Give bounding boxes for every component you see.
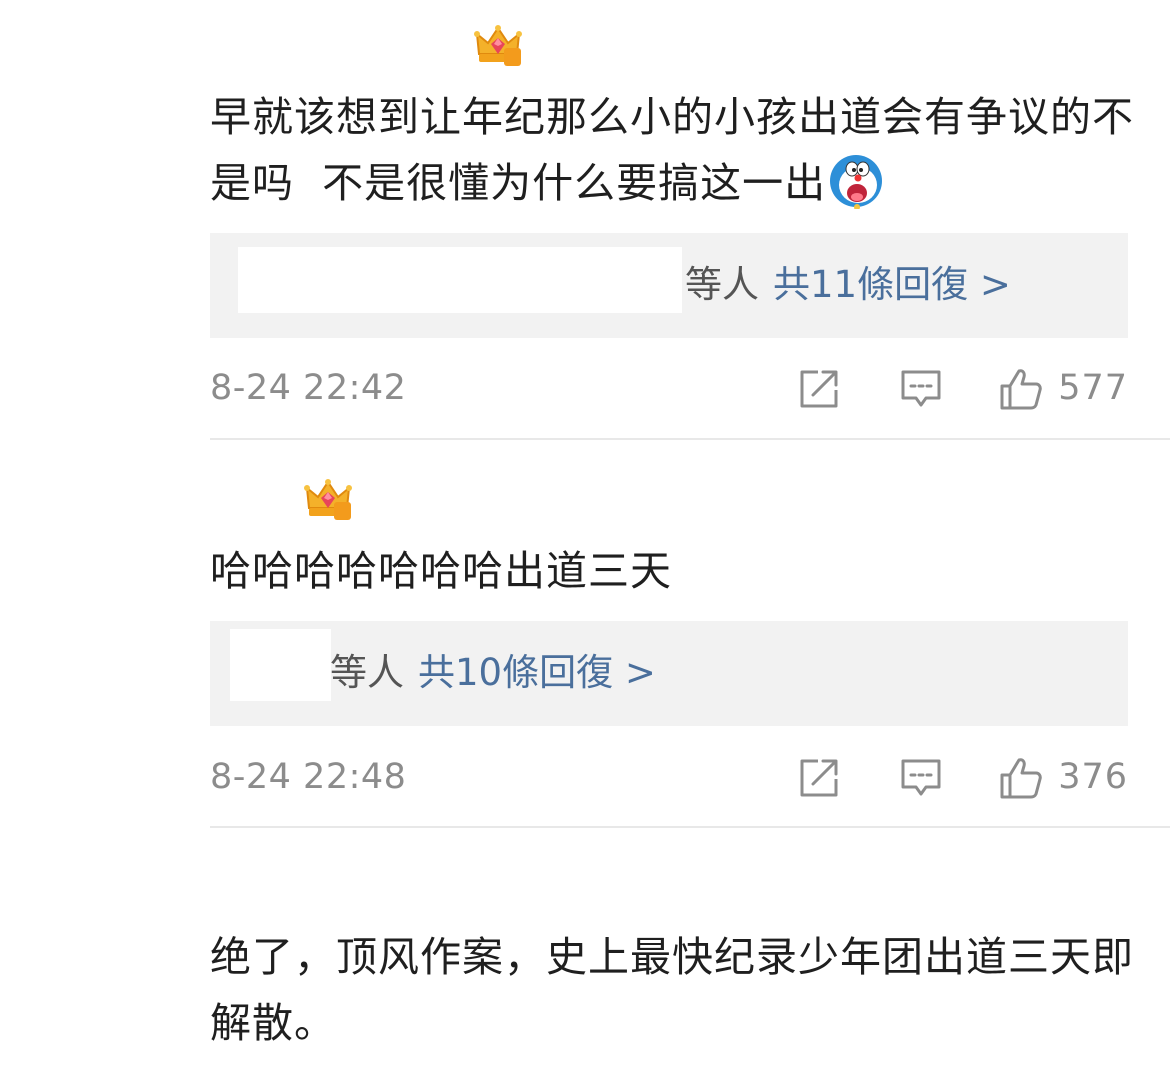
thumbs-up-icon[interactable] (998, 366, 1044, 412)
comment-meta: 8-24 22:48 376 (210, 747, 1128, 807)
divider (210, 826, 1170, 828)
comment-text: 哈哈哈哈哈哈哈出道三天 (210, 547, 672, 595)
comment-timestamp: 8-24 22:48 (210, 757, 407, 797)
comment-icon[interactable] (898, 366, 944, 412)
reply-preview[interactable]: 等人 共10條回復 > (210, 621, 1128, 726)
redacted-usernames (238, 247, 682, 313)
doraemon-emoji-icon (828, 153, 884, 209)
reply-preview[interactable]: 等人 共11條回復 > (210, 233, 1128, 338)
comment-text: 绝了，顶风作案，史上最快纪录少年团出道三天即解散。 (210, 933, 1134, 1047)
comment-text: 早就该想到让年纪那么小的小孩出道会有争议的不是吗 不是很懂为什么要搞这一出 (210, 84, 1140, 216)
redacted-usernames (230, 629, 331, 701)
reply-users-label: 等人 (685, 263, 759, 306)
like-count: 577 (1058, 368, 1128, 408)
crown-level-badge-icon (474, 24, 522, 68)
share-icon[interactable] (796, 755, 842, 801)
comment-icon[interactable] (898, 755, 944, 801)
thumbs-up-icon[interactable] (998, 755, 1044, 801)
view-replies-link[interactable]: 共10條回復 > (418, 651, 656, 694)
like-count: 376 (1058, 757, 1128, 797)
comment-meta: 8-24 22:42 577 (210, 358, 1128, 418)
divider (210, 438, 1170, 440)
share-icon[interactable] (796, 366, 842, 412)
reply-summary[interactable]: 等人 共11條回復 > (685, 255, 1011, 315)
reply-summary[interactable]: 等人 共10條回復 > (330, 643, 656, 703)
reply-users-label: 等人 (330, 651, 404, 694)
crown-level-badge-icon (304, 478, 352, 522)
comment-timestamp: 8-24 22:42 (210, 368, 407, 408)
view-replies-link[interactable]: 共11條回復 > (773, 263, 1011, 306)
